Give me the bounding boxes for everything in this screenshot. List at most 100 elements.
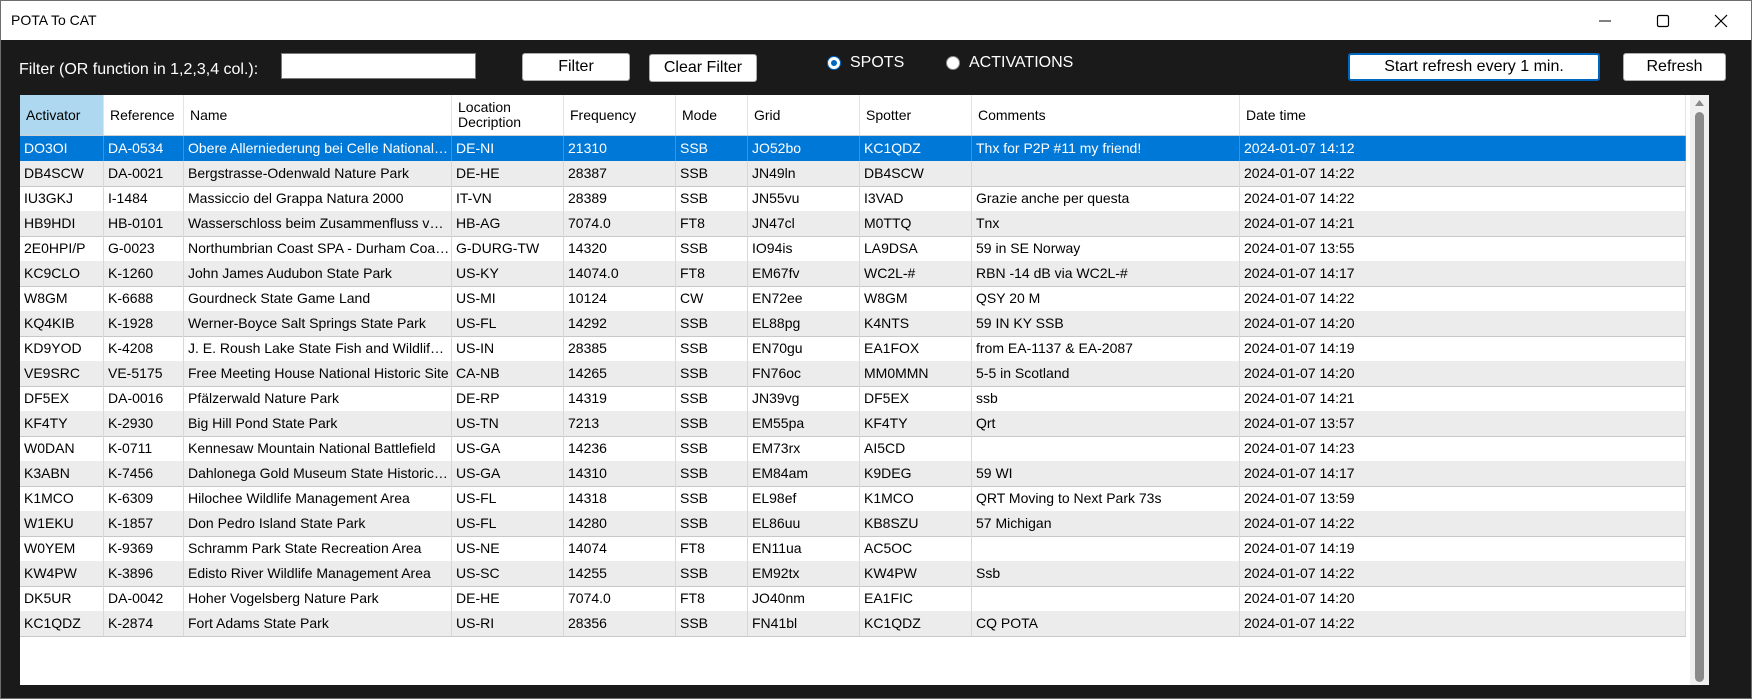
cell-name: Hilochee Wildlife Management Area	[184, 486, 452, 511]
table-row[interactable]: KF4TY K-2930 Big Hill Pond State Park US-TN…	[20, 411, 1686, 437]
cell-comments: 57 Michigan	[972, 511, 1240, 536]
cell-spotter: I3VAD	[860, 186, 972, 211]
table-row[interactable]: W8GM K-6688 Gourdneck State Game Land US-MI…	[20, 286, 1686, 312]
cell-datetime: 2024-01-07 14:22	[1240, 186, 1686, 211]
cell-comments: Thx for P2P #11 my friend!	[972, 136, 1240, 161]
cell-spotter: MM0MMN	[860, 361, 972, 386]
minimize-icon	[1599, 20, 1611, 22]
app-window: POTA To CAT Filter (OR function in 1,2,3…	[0, 0, 1752, 699]
cell-spotter: AI5CD	[860, 436, 972, 461]
cell-activator: W0YEM	[20, 536, 104, 561]
table-row[interactable]: KC1QDZ K-2874 Fort Adams State Park US-RI 28…	[20, 611, 1686, 637]
cell-datetime: 2024-01-07 14:21	[1240, 211, 1686, 236]
column-header-grid[interactable]: Grid	[748, 95, 860, 135]
cell-mode: CW	[676, 286, 748, 311]
cell-spotter: KC1QDZ	[860, 611, 972, 636]
table-row[interactable]: K1MCO K-6309 Hilochee Wildlife Management …	[20, 486, 1686, 512]
cell-spotter: EA1FIC	[860, 586, 972, 611]
cell-grid: EM67fv	[748, 261, 860, 286]
cell-datetime: 2024-01-07 14:22	[1240, 161, 1686, 186]
refresh-button[interactable]: Refresh	[1623, 53, 1726, 81]
close-button[interactable]	[1692, 1, 1750, 40]
table-row[interactable]: DO3OI DA-0534 Obere Allerniederung bei Cel…	[20, 136, 1686, 162]
cell-grid: EL86uu	[748, 511, 860, 536]
maximize-button[interactable]	[1634, 1, 1692, 40]
column-header-reference[interactable]: Reference	[104, 95, 184, 135]
cell-mode: SSB	[676, 611, 748, 636]
cell-mode: FT8	[676, 211, 748, 236]
cell-grid: JN55vu	[748, 186, 860, 211]
scrollbar-thumb[interactable]	[1695, 112, 1704, 682]
cell-activator: KF4TY	[20, 411, 104, 436]
cell-reference: G-0023	[104, 236, 184, 261]
vertical-scrollbar[interactable]	[1690, 95, 1709, 685]
table-row[interactable]: KW4PW K-3896 Edisto River Wildlife Managem…	[20, 561, 1686, 587]
table-row[interactable]: DK5UR DA-0042 Hoher Vogelsberg Nature Park…	[20, 586, 1686, 612]
table-row[interactable]: K3ABN K-7456 Dahlonega Gold Museum State H…	[20, 461, 1686, 487]
cell-datetime: 2024-01-07 14:21	[1240, 386, 1686, 411]
cell-spotter: KW4PW	[860, 561, 972, 586]
column-header-comments[interactable]: Comments	[972, 95, 1240, 135]
table-row[interactable]: W0DAN K-0711 Kennesaw Mountain National Ba…	[20, 436, 1686, 462]
cell-name: Don Pedro Island State Park	[184, 511, 452, 536]
radio-checked-icon	[827, 56, 841, 70]
cell-activator: DK5UR	[20, 586, 104, 611]
column-header-name[interactable]: Name	[184, 95, 452, 135]
table-row[interactable]: 2E0HPI/P G-0023 Northumbrian Coast SPA - D…	[20, 236, 1686, 262]
column-header-datetime[interactable]: Date time	[1240, 95, 1686, 135]
filter-input[interactable]	[281, 53, 476, 79]
cell-comments: CQ POTA	[972, 611, 1240, 636]
cell-datetime: 2024-01-07 14:20	[1240, 586, 1686, 611]
scroll-up-icon[interactable]	[1695, 99, 1704, 106]
cell-spotter: KF4TY	[860, 411, 972, 436]
cell-name: Dahlonega Gold Museum State Historic Sit…	[184, 461, 452, 486]
clear-filter-button[interactable]: Clear Filter	[649, 54, 757, 82]
filter-button[interactable]: Filter	[522, 53, 630, 81]
column-header-frequency[interactable]: Frequency	[564, 95, 676, 135]
start-refresh-button[interactable]: Start refresh every 1 min.	[1348, 53, 1600, 81]
table-row[interactable]: DB4SCW DA-0021 Bergstrasse-Odenwald Nature…	[20, 161, 1686, 187]
table-row[interactable]: W1EKU K-1857 Don Pedro Island State Park US…	[20, 511, 1686, 537]
table-row[interactable]: HB9HDI HB-0101 Wasserschloss beim Zusammen…	[20, 211, 1686, 237]
table-row[interactable]: VE9SRC VE-5175 Free Meeting House National…	[20, 361, 1686, 387]
cell-reference: K-9369	[104, 536, 184, 561]
table-row[interactable]: IU3GKJ I-1484 Massiccio del Grappa Natura …	[20, 186, 1686, 212]
cell-grid: JN49ln	[748, 161, 860, 186]
column-header-activator[interactable]: Activator	[20, 95, 104, 135]
cell-name: Schramm Park State Recreation Area	[184, 536, 452, 561]
cell-activator: DO3OI	[20, 136, 104, 161]
cell-datetime: 2024-01-07 14:22	[1240, 286, 1686, 311]
table-row[interactable]: KC9CLO K-1260 John James Audubon State Par…	[20, 261, 1686, 287]
cell-reference: K-0711	[104, 436, 184, 461]
spots-radio[interactable]: SPOTS	[827, 54, 904, 72]
table-row[interactable]: W0YEM K-9369 Schramm Park State Recreation…	[20, 536, 1686, 562]
minimize-button[interactable]	[1576, 1, 1634, 40]
cell-activator: KC1QDZ	[20, 611, 104, 636]
cell-reference: K-2874	[104, 611, 184, 636]
cell-location: US-SC	[452, 561, 564, 586]
column-header-location[interactable]: Location Decription	[452, 95, 564, 135]
column-header-spotter[interactable]: Spotter	[860, 95, 972, 135]
table-row[interactable]: DF5EX DA-0016 Pfälzerwald Nature Park DE-RP…	[20, 386, 1686, 412]
cell-location: DE-HE	[452, 586, 564, 611]
cell-spotter: DB4SCW	[860, 161, 972, 186]
activations-radio[interactable]: ACTIVATIONS	[946, 54, 1073, 72]
column-header-mode[interactable]: Mode	[676, 95, 748, 135]
title-bar: POTA To CAT	[1, 1, 1751, 40]
table-row[interactable]: KD9YOD K-4208 J. E. Roush Lake State Fish …	[20, 336, 1686, 362]
close-icon	[1714, 14, 1728, 28]
cell-comments: Grazie anche per questa	[972, 186, 1240, 211]
cell-activator: KW4PW	[20, 561, 104, 586]
cell-frequency: 14319	[564, 386, 676, 411]
table-row[interactable]: KQ4KIB K-1928 Werner-Boyce Salt Springs St…	[20, 311, 1686, 337]
cell-location: US-FL	[452, 311, 564, 336]
cell-comments	[972, 436, 1240, 461]
cell-name: Obere Allerniederung bei Celle National …	[184, 136, 452, 161]
cell-location: US-IN	[452, 336, 564, 361]
cell-location: US-MI	[452, 286, 564, 311]
cell-frequency: 14318	[564, 486, 676, 511]
cell-spotter: K9DEG	[860, 461, 972, 486]
cell-grid: EM73rx	[748, 436, 860, 461]
cell-frequency: 14074	[564, 536, 676, 561]
cell-datetime: 2024-01-07 14:17	[1240, 261, 1686, 286]
